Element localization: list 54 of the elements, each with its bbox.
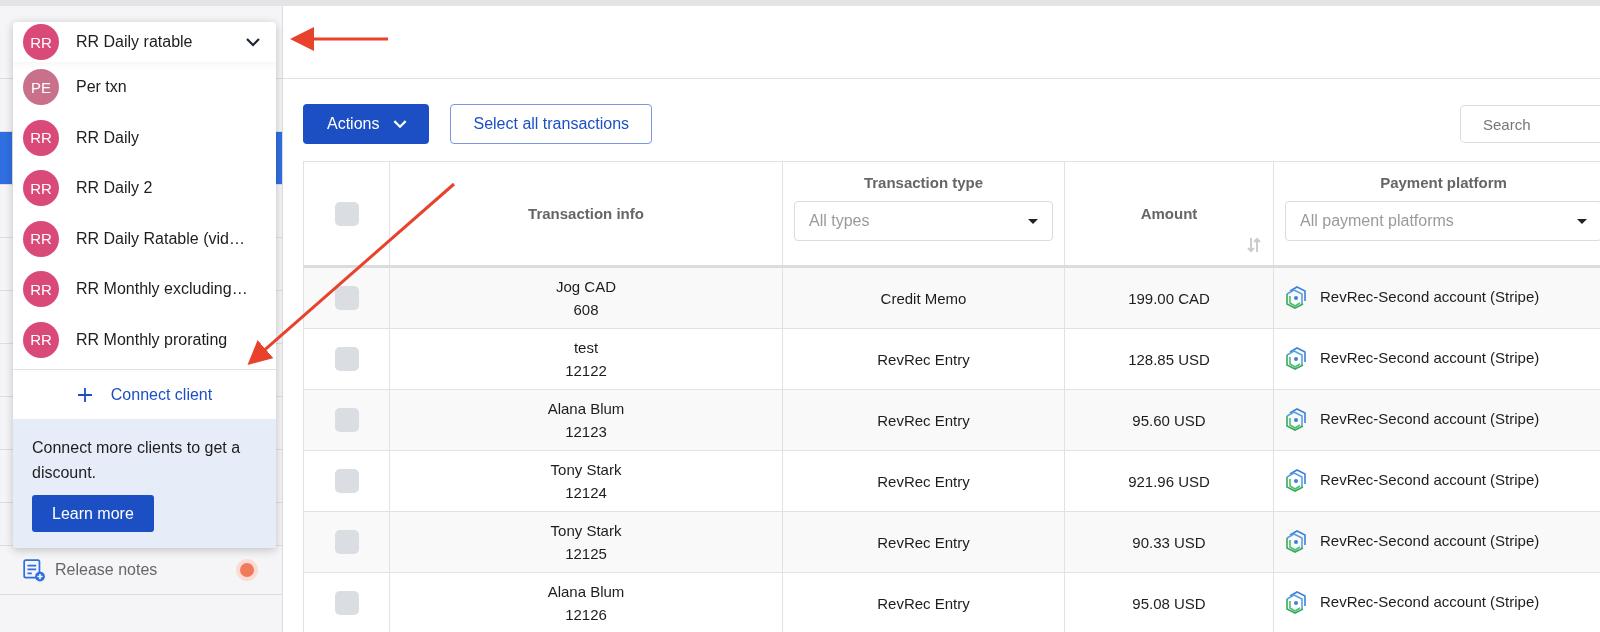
search-field[interactable]: Search <box>1460 105 1600 143</box>
table-cell: RevRec-Second account (Stripe) <box>1320 592 1540 610</box>
table-cell: RevRec Entry <box>877 472 970 490</box>
column-header: Transaction type <box>863 174 984 191</box>
transaction-info-cell-text: Alana Blum 12123 <box>546 399 626 442</box>
table-cell: RevRec Entry <box>877 594 970 612</box>
client-switcher[interactable]: RR RR Daily ratable <box>13 22 276 62</box>
sort-icon[interactable] <box>1247 237 1261 253</box>
connect-client-button[interactable]: Connect client <box>13 369 276 419</box>
transaction-info-cell-text: Jog CAD 608 <box>555 277 617 320</box>
table-cell: RevRec-Second account (Stripe) <box>1320 409 1540 427</box>
table-cell: RevRec-Second account (Stripe) <box>1320 531 1540 549</box>
table-cell: RevRec Entry <box>877 350 970 368</box>
table-cell: 921.96 USD <box>1128 472 1210 490</box>
transaction-info-cell-text: Tony Stark 12125 <box>549 521 623 564</box>
table-cell: RevRec Entry <box>877 411 970 429</box>
release-notes-link[interactable]: Release notes <box>55 561 231 579</box>
table-cell: Credit Memo <box>880 289 967 307</box>
row-checkbox[interactable] <box>334 408 359 432</box>
client-menu-item[interactable]: RR RR Daily 2 <box>13 163 276 214</box>
table-cell: 90.33 USD <box>1132 533 1206 551</box>
avatar: RR <box>23 24 59 60</box>
table-cell: 128.85 USD <box>1128 350 1210 368</box>
column-header: Transaction info <box>528 205 644 222</box>
table-cell: 199.00 CAD <box>1128 289 1210 307</box>
actions-button[interactable]: Actions <box>303 104 430 144</box>
learn-more-button[interactable]: Learn more <box>32 495 154 532</box>
table-cell: RevRec-Second account (Stripe) <box>1320 470 1540 488</box>
column-header[interactable]: Amount <box>1140 205 1198 222</box>
row-checkbox[interactable] <box>334 469 359 493</box>
chevron-down-icon[interactable] <box>246 37 260 47</box>
client-menu-item[interactable]: PE Per txn <box>13 62 276 113</box>
row-checkbox[interactable] <box>334 530 359 554</box>
table-cell: RevRec-Second account (Stripe) <box>1320 287 1540 305</box>
select-all-checkbox[interactable] <box>334 201 359 226</box>
transaction-info-cell-text: Tony Stark 12124 <box>549 460 623 503</box>
transaction-info-cell-text: Alana Blum 12126 <box>546 582 626 625</box>
client-menu-item[interactable]: RR RR Daily Ratable (vid… <box>13 213 276 264</box>
table-cell: RevRec-Second account (Stripe) <box>1320 348 1540 366</box>
row-checkbox[interactable] <box>334 286 359 310</box>
notes-icon <box>22 558 46 582</box>
table-cell: 95.60 USD <box>1132 411 1206 429</box>
client-menu-item[interactable]: RR RR Monthly prorating <box>13 314 276 365</box>
table-cell: RevRec Entry <box>877 533 970 551</box>
plus-icon[interactable] <box>76 386 93 403</box>
client-menu-item[interactable]: RR RR Daily <box>13 112 276 163</box>
select-all-button[interactable]: Select all transactions <box>450 104 653 144</box>
promo-text: Connect more clients to get a discount. <box>32 438 242 483</box>
transaction-info-cell-text: test 12122 <box>564 338 608 381</box>
row-checkbox[interactable] <box>334 347 359 371</box>
client-menu-item[interactable]: RR RR Monthly excluding… <box>13 264 276 315</box>
column-header: Payment platform <box>1380 174 1507 191</box>
row-checkbox[interactable] <box>334 591 359 615</box>
table-cell: 95.08 USD <box>1132 594 1206 612</box>
